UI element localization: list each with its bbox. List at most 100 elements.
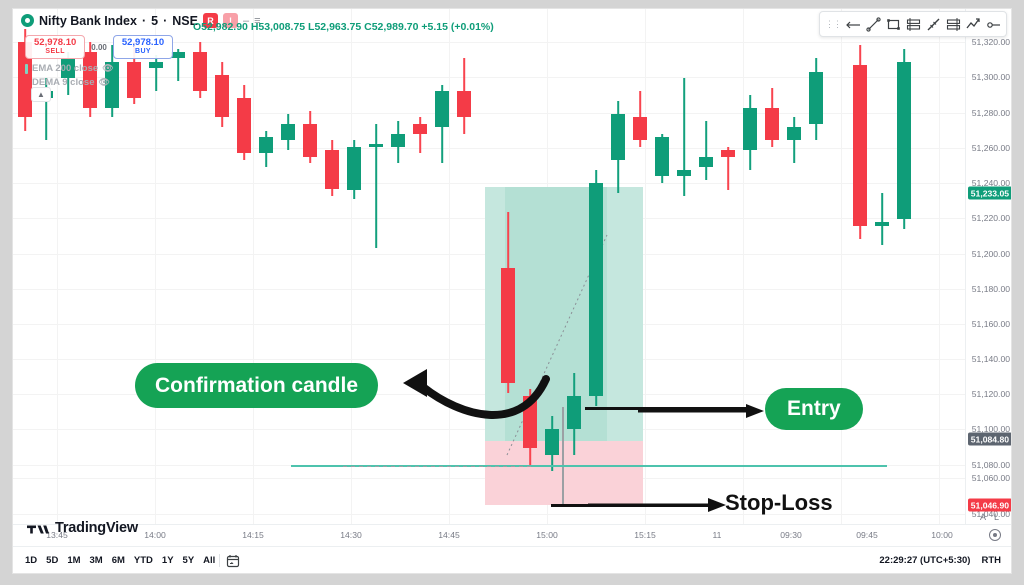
- tradingview-logo-text: TradingView: [55, 520, 138, 536]
- trade-buttons-widget[interactable]: 52,978.10 SELL 0.00 52,978.10 BUY: [25, 35, 174, 60]
- candlestick: [655, 133, 669, 183]
- timeframe-all[interactable]: All: [203, 555, 215, 566]
- price-axis[interactable]: 51,320.00 51,300.00 51,280.00 51,260.00 51,2…: [965, 9, 1011, 524]
- candle-body: [875, 222, 889, 226]
- session-clock[interactable]: 22:29:27 (UTC+5:30): [879, 555, 970, 566]
- timeframe-5d[interactable]: 5D: [46, 555, 58, 566]
- time-tick-label: 15:15: [634, 530, 656, 540]
- magnet-tool-icon[interactable]: [984, 14, 1002, 34]
- candlestick: [611, 101, 625, 193]
- long-position-tool-icon[interactable]: [904, 14, 922, 34]
- candlestick: [369, 124, 383, 249]
- time-tick-label: 09:30: [780, 530, 802, 540]
- candle-body: [721, 150, 735, 157]
- auto-scale-button[interactable]: A: [980, 512, 986, 522]
- candle-body: [369, 143, 383, 147]
- annotation-stop-loss: Stop-Loss: [725, 490, 833, 515]
- buy-button[interactable]: 52,978.10 BUY: [112, 35, 174, 60]
- time-tick-label: 10:00: [931, 530, 953, 540]
- price-tick-label: 51,220.00: [971, 213, 1010, 223]
- candle-body: [215, 74, 229, 118]
- scroll-to-top-badge[interactable]: ▲: [31, 87, 51, 102]
- time-axis[interactable]: 13:45 14:00 14:15 14:30 14:45 15:00 15:15 11 09:…: [13, 524, 1011, 546]
- annotation-arrow-entry: [638, 404, 764, 418]
- timeframe-ytd[interactable]: YTD: [134, 555, 153, 566]
- title-separator-2: ·: [163, 13, 168, 28]
- ohlc-open-label: O: [193, 21, 202, 33]
- candle-body: [611, 114, 625, 161]
- sell-label: SELL: [45, 47, 65, 55]
- candle-body: [149, 61, 163, 69]
- support-trendline-dash: [343, 466, 533, 467]
- grid-line-vertical: [841, 9, 842, 524]
- clock-icon[interactable]: [989, 529, 1001, 541]
- chart-interval[interactable]: 5: [151, 14, 158, 28]
- session-mode[interactable]: RTH: [981, 555, 1001, 566]
- grid-line-vertical: [939, 9, 940, 524]
- candle-body: [743, 107, 757, 151]
- timeframe-1y[interactable]: 1Y: [162, 555, 174, 566]
- price-tick-label: 51,080.00: [971, 460, 1010, 470]
- eye-icon[interactable]: 👁: [98, 77, 109, 88]
- candlestick: [413, 117, 427, 154]
- timeframe-1d[interactable]: 1D: [25, 555, 37, 566]
- candlestick: [149, 55, 163, 92]
- bottom-toolbar[interactable]: 1D 5D 1M 3M 6M YTD 1Y 5Y All 22:29:27 (UTC+5:30)…: [13, 546, 1011, 573]
- eye-icon[interactable]: 👁: [102, 63, 113, 74]
- cross-line-tool-icon[interactable]: [844, 14, 862, 34]
- candle-body: [413, 123, 427, 134]
- ohlc-low: 52,963.75: [314, 21, 362, 33]
- candle-body: [633, 117, 647, 141]
- ohlc-close: 52,989.70: [371, 21, 419, 33]
- timeframe-5y[interactable]: 5Y: [183, 555, 195, 566]
- candle-wick: [683, 78, 685, 197]
- candle-body: [193, 51, 207, 92]
- candle-body: [237, 97, 251, 154]
- indicator-label: EMA 200 close: [32, 63, 99, 74]
- candle-wick: [419, 117, 421, 154]
- short-position-tool-icon[interactable]: [944, 14, 962, 34]
- entry-price-label[interactable]: 51,084.80: [967, 432, 1011, 446]
- toolbar-divider: [219, 554, 221, 567]
- ruler-tool-icon[interactable]: [924, 14, 942, 34]
- indicator-legend-row[interactable]: EMA 200 close 👁: [25, 63, 114, 74]
- candlestick: [193, 42, 207, 98]
- candle-wick: [705, 120, 707, 180]
- sell-button[interactable]: 52,978.10 SELL: [25, 35, 86, 60]
- candlestick: [809, 58, 823, 141]
- time-tick-label: 15:00: [536, 530, 558, 540]
- timeframe-buttons[interactable]: 1D 5D 1M 3M 6M YTD 1Y 5Y All: [13, 555, 215, 566]
- timeframe-6m[interactable]: 6M: [112, 555, 125, 566]
- rectangle-tool-icon[interactable]: [884, 14, 902, 34]
- candlestick: [325, 140, 339, 197]
- log-scale-button[interactable]: L: [994, 512, 999, 522]
- sell-price: 52,978.10: [34, 37, 77, 48]
- timeframe-3m[interactable]: 3M: [90, 555, 103, 566]
- last-price-label[interactable]: 51,233.05: [967, 186, 1011, 200]
- calendar-icon[interactable]: [226, 554, 240, 568]
- candle-body: [677, 169, 691, 177]
- buy-price: 52,978.10: [121, 37, 165, 48]
- candlestick: [303, 110, 317, 164]
- price-tick-label: 51,120.00: [971, 389, 1010, 399]
- floating-drawing-toolbar[interactable]: ⋮⋮: [819, 11, 1007, 37]
- price-tick-label: 51,300.00: [971, 72, 1010, 82]
- candle-wick: [881, 192, 883, 246]
- stop-loss-price-label[interactable]: 51,046.90: [967, 498, 1011, 512]
- annotation-arrow-confirmation: [403, 369, 550, 419]
- price-axis-mode-buttons[interactable]: A L: [966, 512, 1011, 522]
- candle-body: [809, 71, 823, 124]
- drag-handle-icon[interactable]: ⋮⋮: [824, 14, 842, 34]
- bottom-toolbar-right: 22:29:27 (UTC+5:30) RTH: [879, 555, 1011, 566]
- ohlc-values: O52,982.90 H53,008.75 L52,963.75 C52,989…: [193, 21, 494, 33]
- zigzag-tool-icon[interactable]: [964, 14, 982, 34]
- price-tick-label: 51,260.00: [971, 143, 1010, 153]
- candlestick: [457, 58, 471, 134]
- price-tick-label: 51,320.00: [971, 37, 1010, 47]
- candle-body: [435, 91, 449, 128]
- price-tick-label: 51,200.00: [971, 249, 1010, 259]
- trend-line-tool-icon[interactable]: [864, 14, 882, 34]
- symbol-name[interactable]: Nifty Bank Index: [39, 14, 137, 28]
- candlestick: [215, 61, 229, 128]
- timeframe-1m[interactable]: 1M: [67, 555, 80, 566]
